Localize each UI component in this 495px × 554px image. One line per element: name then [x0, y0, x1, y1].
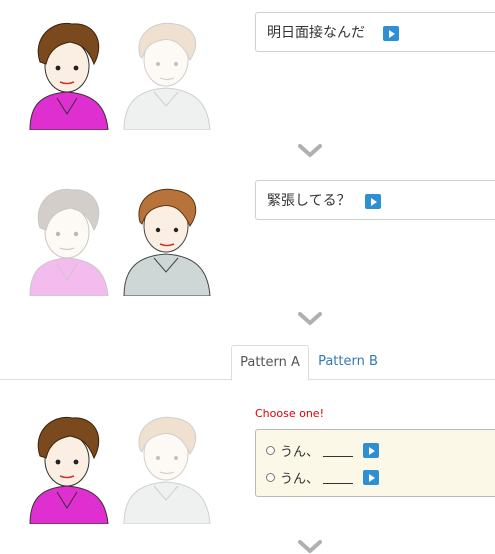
choice-box: うん、 うん、 [255, 429, 495, 497]
answer-blank [323, 471, 354, 484]
avatar-brown-hair-man-faded [29, 188, 109, 296]
avatar-brown-hair-man [29, 416, 109, 524]
speech-bubble-2: 緊張してる？ [255, 180, 495, 220]
choice-option-2[interactable]: うん、 [266, 468, 380, 487]
play-icon[interactable] [365, 193, 382, 209]
chevron-down-icon [298, 312, 322, 325]
play-icon[interactable] [363, 470, 380, 485]
radio-icon[interactable] [266, 446, 275, 455]
speech-text-1: 明日面接なんだ [267, 25, 365, 41]
choice-text-1: うん、 [280, 445, 320, 460]
play-icon[interactable] [363, 443, 380, 458]
avatar-blond-man-faded [123, 416, 211, 524]
choose-prompt: Choose one! [255, 407, 324, 420]
answer-blank [323, 444, 354, 457]
avatar-blond-man [123, 188, 211, 296]
tab-pattern-b[interactable]: Pattern B [310, 345, 386, 379]
radio-icon[interactable] [266, 473, 275, 482]
speech-bubble-1: 明日面接なんだ [255, 12, 495, 52]
chevron-down-icon [298, 144, 322, 157]
avatar-brown-hair-man [29, 22, 109, 130]
chevron-down-icon [298, 540, 322, 553]
speech-text-2: 緊張してる？ [267, 193, 351, 209]
avatar-blond-man-faded [123, 22, 211, 130]
tab-pattern-a[interactable]: Pattern A [231, 345, 309, 381]
play-icon[interactable] [383, 25, 400, 41]
choice-option-1[interactable]: うん、 [266, 441, 380, 460]
choice-text-2: うん、 [280, 472, 320, 487]
